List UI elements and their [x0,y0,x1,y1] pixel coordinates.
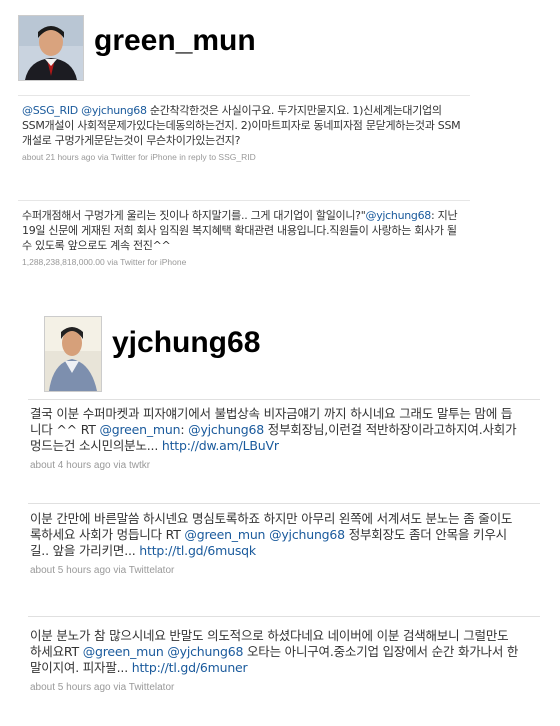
tweet-meta[interactable]: about 21 hours ago via Twitter for iPhon… [22,152,462,162]
tweet-url-link[interactable]: http://tl.gd/6musqk [139,543,256,558]
mention-link[interactable]: @SSG_RID [22,104,78,117]
mention-link[interactable]: @yjchung68 [366,209,432,222]
tweet-meta[interactable]: about 4 hours ago via twtkr [30,460,520,471]
tweet-url-link[interactable]: http://dw.am/LBuVr [162,438,279,453]
avatar[interactable] [18,15,84,81]
tweet-text: @SSG_RID @yjchung68 순간착각한것은 사실이구요. 두가지만묻… [22,104,461,147]
tweet-text: 이분 분노가 참 많으시네요 반말도 의도적으로 하셨다네요 네이버에 이분 검… [30,628,519,675]
tweet: 이분 간만에 바른말씀 하시넨요 명심토록하죠 하지만 아무리 왼쪽에 서계셔도… [30,511,520,576]
tweet-text: 수퍼개점해서 구멍가게 울리는 짓이나 하지말기를.. 그게 대기업이 할일이니… [22,209,458,252]
tweet-meta[interactable]: 1,288,238,818,000.00 via Twitter for iPh… [22,257,462,267]
tweet-text: 결국 이분 수퍼마켓과 피자얘기에서 불법상속 비자금얘기 까지 하시네요 그래… [30,406,517,453]
username[interactable]: yjchung68 [112,326,260,360]
username[interactable]: green_mun [94,24,256,58]
tweet: 이분 분노가 참 많으시네요 반말도 의도적으로 하셨다네요 네이버에 이분 검… [30,628,520,693]
divider [28,399,540,400]
divider [18,95,470,96]
mention-link[interactable]: @yjchung68 [188,422,264,437]
tweet: 결국 이분 수퍼마켓과 피자얘기에서 불법상속 비자금얘기 까지 하시네요 그래… [30,406,520,471]
tweet-meta[interactable]: about 5 hours ago via Twittelator [30,565,520,576]
mention-link[interactable]: @yjchung68 [269,527,345,542]
divider [28,503,540,504]
tweet-text: 이분 간만에 바른말씀 하시넨요 명심토록하죠 하지만 아무리 왼쪽에 서계셔도… [30,511,513,558]
tweet: 수퍼개점해서 구멍가게 울리는 짓이나 하지말기를.. 그게 대기업이 할일이니… [22,208,462,267]
tweet-url-link[interactable]: http://tl.gd/6muner [132,660,248,675]
divider [18,200,470,201]
mention-link[interactable]: @green_mun [83,644,164,659]
mention-link[interactable]: @green_mun [184,527,265,542]
profile-header-green-mun: green_mun [18,15,256,81]
mention-link[interactable]: @green_mun [99,422,180,437]
divider [28,616,540,617]
profile-header-yjchung68: yjchung68 [44,316,260,392]
avatar[interactable] [44,316,102,392]
mention-link[interactable]: @yjchung68 [81,104,147,117]
tweet-meta[interactable]: about 5 hours ago via Twittelator [30,682,520,693]
tweet: @SSG_RID @yjchung68 순간착각한것은 사실이구요. 두가지만묻… [22,103,462,162]
mention-link[interactable]: @yjchung68 [167,644,243,659]
